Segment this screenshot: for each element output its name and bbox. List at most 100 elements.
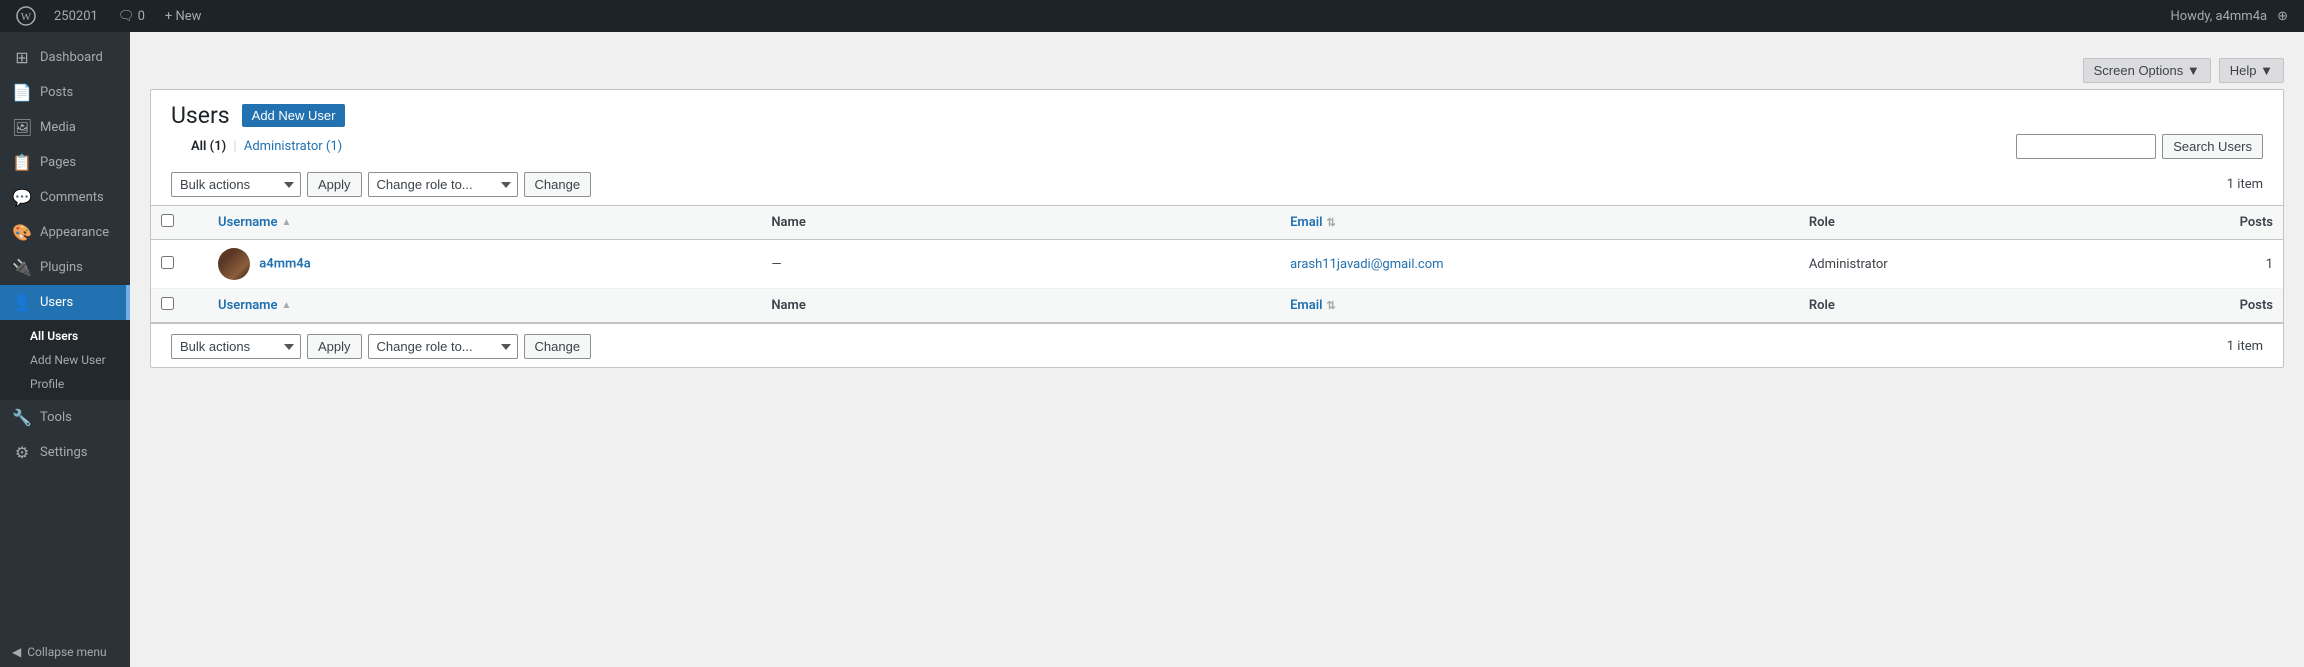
submenu-item-add-new[interactable]: Add New User — [0, 348, 130, 372]
comments-icon: 🗨 — [118, 9, 135, 24]
dashboard-icon: ⊞ — [12, 48, 32, 67]
avatar — [218, 248, 250, 280]
username-sort-arrow-footer — [281, 300, 291, 311]
username-sort-link[interactable]: Username — [218, 215, 751, 230]
table-footer-row: Username Name Email Role Posts — [151, 289, 2283, 323]
sidebar-item-comments[interactable]: 💬 Comments — [0, 180, 130, 215]
search-users-button[interactable]: Search Users — [2162, 134, 2263, 159]
comments-sidebar-icon: 💬 — [12, 188, 32, 207]
help-arrow: ▼ — [2260, 63, 2273, 78]
screen-meta-links: Screen Options ▼ Help ▼ — [150, 52, 2284, 89]
avatar-image — [218, 248, 250, 280]
select-all-checkbox-bottom[interactable] — [161, 297, 174, 310]
content-wrap: Users Add New User All (1) | Administrat… — [150, 89, 2284, 368]
site-name[interactable]: 250201 — [44, 0, 108, 32]
main-content: Screen Options ▼ Help ▼ Users Add New Us… — [130, 32, 2304, 667]
table-header-row: Username Name Email Role Posts — [151, 206, 2283, 240]
sidebar-item-tools[interactable]: 🔧 Tools — [0, 400, 130, 435]
active-indicator — [126, 285, 130, 320]
comments-link[interactable]: 🗨 0 — [108, 0, 155, 32]
sidebar-item-posts[interactable]: 📄 Posts — [0, 75, 130, 110]
page-title-area: Users Add New User — [151, 90, 2283, 129]
plugins-icon: 🔌 — [12, 258, 32, 277]
row-checkbox[interactable] — [161, 256, 174, 269]
sidebar-item-dashboard[interactable]: ⊞ Dashboard — [0, 40, 130, 75]
collapse-icon: ◀ — [12, 645, 21, 659]
svg-text:W: W — [21, 11, 32, 23]
sidebar-item-appearance[interactable]: 🎨 Appearance — [0, 215, 130, 250]
email-link[interactable]: arash11javadi@gmail.com — [1290, 257, 1443, 272]
change-role-select-bottom[interactable]: Change role to... — [368, 334, 518, 359]
filter-administrator[interactable]: Administrator (1) — [244, 139, 342, 154]
pages-icon: 📋 — [12, 153, 32, 172]
new-content-btn[interactable]: + New — [155, 0, 212, 32]
select-all-th — [151, 206, 208, 240]
users-table: Username Name Email Role Posts — [151, 205, 2283, 323]
sidebar: ⊞ Dashboard 📄 Posts 🖼 Media 📋 Pages 💬 Co… — [0, 32, 130, 667]
tools-icon: 🔧 — [12, 408, 32, 427]
tablenav-right-top: 1 item — [2227, 177, 2263, 192]
email-sort-link[interactable]: Email — [1290, 215, 1789, 230]
email-sort-arrow — [1326, 215, 1335, 230]
settings-icon: ⚙ — [12, 443, 32, 462]
select-all-th-bottom — [151, 289, 208, 323]
item-count-top: 1 item — [2227, 177, 2263, 192]
role-col-header: Role — [1799, 206, 2145, 240]
bulk-actions-select-top[interactable]: Bulk actions — [171, 172, 301, 197]
email-cell: arash11javadi@gmail.com — [1280, 240, 1799, 289]
appearance-icon: 🎨 — [12, 223, 32, 242]
email-sort-arrow-footer — [1326, 298, 1335, 313]
sidebar-item-settings[interactable]: ⚙ Settings — [0, 435, 130, 470]
select-all-checkbox[interactable] — [161, 214, 174, 227]
tablenav-top: Bulk actions Apply Change role to... Cha… — [151, 164, 2283, 205]
search-input[interactable] — [2016, 134, 2156, 159]
apply-button-top[interactable]: Apply — [307, 172, 362, 197]
row-checkbox-cell — [151, 240, 208, 289]
email-sort-link-footer[interactable]: Email — [1290, 298, 1789, 313]
help-btn[interactable]: Help ▼ — [2219, 58, 2284, 83]
submenu-item-profile[interactable]: Profile — [0, 372, 130, 396]
username-sort-link-footer[interactable]: Username — [218, 298, 751, 313]
email-col-header: Email — [1280, 206, 1799, 240]
username-link[interactable]: a4mm4a — [259, 256, 310, 271]
sidebar-item-plugins[interactable]: 🔌 Plugins — [0, 250, 130, 285]
username-col-header: Username — [208, 206, 761, 240]
users-table-body: a4mm4a — arash11javadi@gmail.com Adminis… — [151, 240, 2283, 289]
item-count-bottom: 1 item — [2227, 339, 2263, 354]
filter-search-row: All (1) | Administrator (1) Search Users — [151, 129, 2283, 164]
bulk-actions-select-bottom[interactable]: Bulk actions — [171, 334, 301, 359]
users-icon: 👤 — [12, 293, 32, 312]
username-sort-arrow — [281, 217, 291, 228]
sidebar-item-users[interactable]: 👤 Users — [0, 285, 130, 320]
wp-logo[interactable]: W — [8, 0, 44, 32]
posts-col-header: Posts — [2145, 206, 2283, 240]
email-col-footer: Email — [1280, 289, 1799, 323]
screen-options-btn[interactable]: Screen Options ▼ — [2083, 58, 2211, 83]
user-greeting[interactable]: Howdy, a4mm4a — [2160, 9, 2277, 24]
comments-count: 0 — [138, 9, 145, 24]
name-cell: — — [761, 240, 1280, 289]
filter-links: All (1) | Administrator (1) — [171, 133, 362, 160]
collapse-menu-btn[interactable]: ◀ Collapse menu — [0, 637, 130, 667]
change-button-top[interactable]: Change — [524, 172, 592, 197]
tablenav-left-bottom: Bulk actions Apply Change role to... Cha… — [171, 334, 591, 359]
apply-button-bottom[interactable]: Apply — [307, 334, 362, 359]
table-row: a4mm4a — arash11javadi@gmail.com Adminis… — [151, 240, 2283, 289]
name-value: — — [771, 257, 781, 272]
add-new-user-button[interactable]: Add New User — [242, 104, 346, 127]
role-cell: Administrator — [1799, 240, 2145, 289]
sidebar-item-media[interactable]: 🖼 Media — [0, 110, 130, 145]
username-col-footer: Username — [208, 289, 761, 323]
sidebar-item-pages[interactable]: 📋 Pages — [0, 145, 130, 180]
change-role-select-top[interactable]: Change role to... — [368, 172, 518, 197]
expand-icon: ⊕ — [2277, 9, 2296, 24]
search-area: Search Users — [2016, 134, 2263, 159]
username-cell: a4mm4a — [208, 240, 761, 289]
change-button-bottom[interactable]: Change — [524, 334, 592, 359]
submenu-item-all-users[interactable]: All Users — [0, 324, 130, 348]
posts-col-footer: Posts — [2145, 289, 2283, 323]
role-col-footer: Role — [1799, 289, 2145, 323]
filter-all[interactable]: All (1) — [191, 139, 226, 154]
posts-cell: 1 — [2145, 240, 2283, 289]
posts-icon: 📄 — [12, 83, 32, 102]
